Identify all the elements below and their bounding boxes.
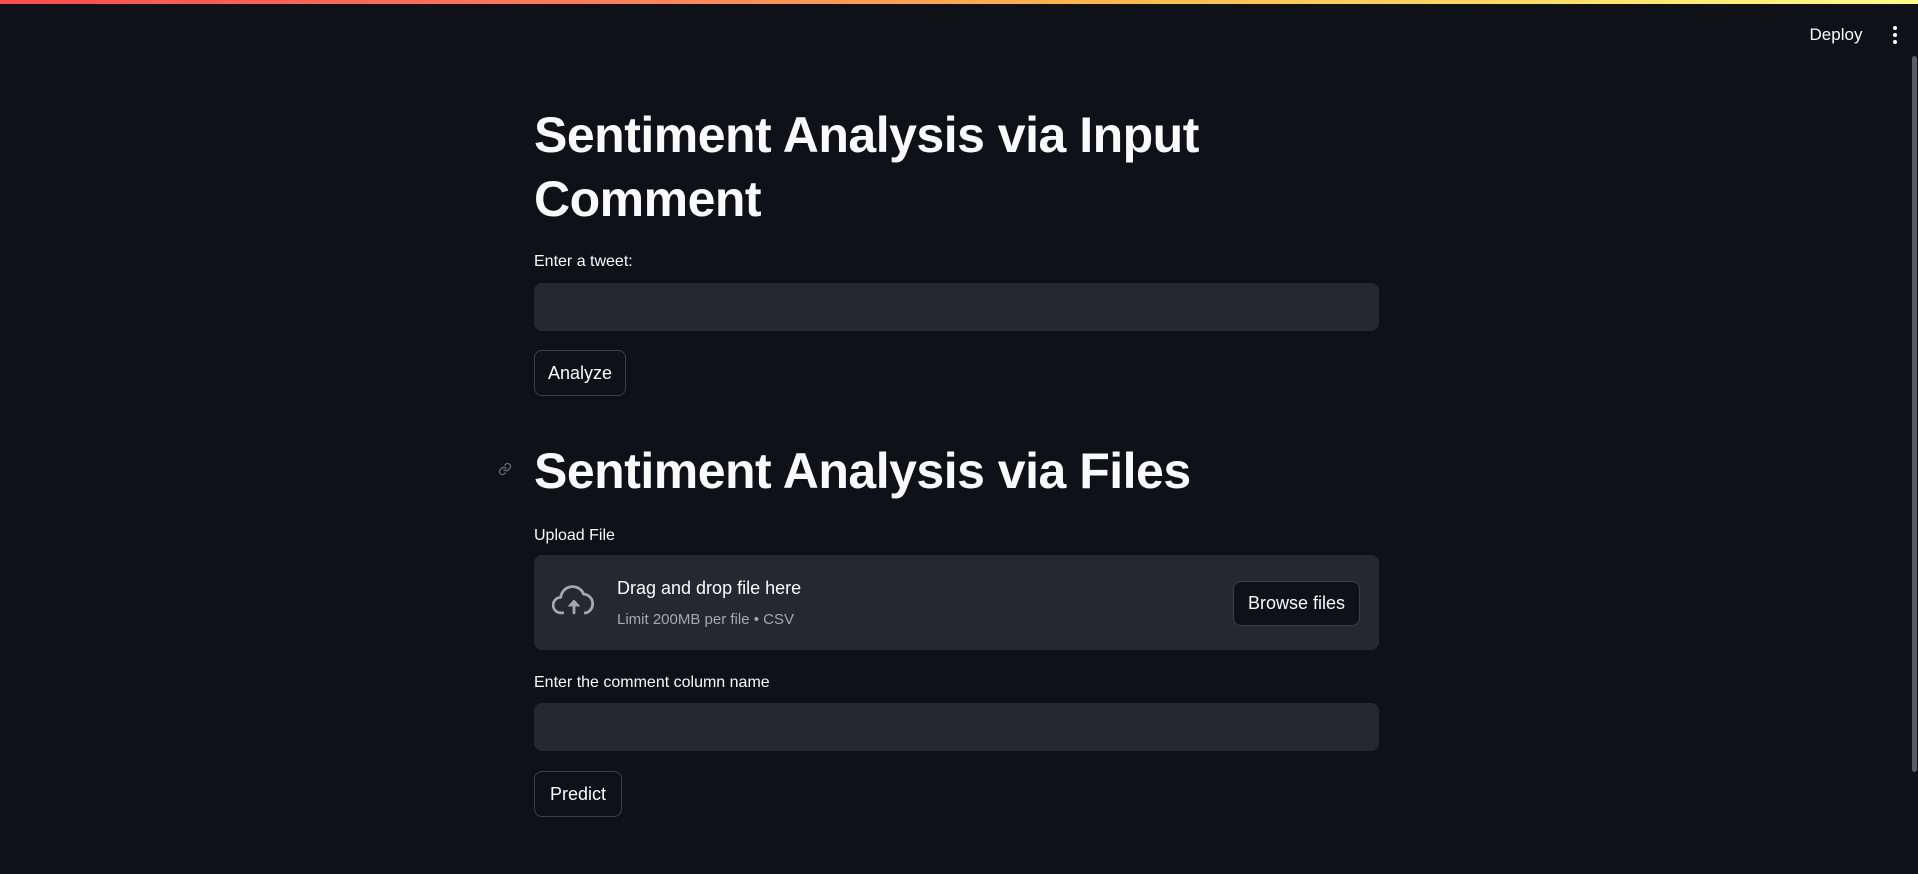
comment-column-input[interactable]: [534, 703, 1379, 751]
comment-column-label: Enter the comment column name: [534, 674, 770, 691]
vertical-ellipsis-icon[interactable]: [1884, 18, 1906, 52]
file-dropzone[interactable]: Drag and drop file here Limit 200MB per …: [534, 555, 1379, 650]
browse-files-button[interactable]: Browse files: [1233, 581, 1360, 626]
dropzone-subtitle: Limit 200MB per file • CSV: [617, 611, 794, 628]
page-title-files: Sentiment Analysis via Files: [534, 443, 1191, 499]
dropzone-title: Drag and drop file here: [617, 578, 802, 598]
link-icon[interactable]: [498, 462, 512, 476]
page-title-input-comment: Sentiment Analysis via Input Comment: [534, 107, 1199, 227]
app-header: Deploy: [0, 4, 1918, 60]
tweet-input[interactable]: [534, 283, 1379, 331]
scrollbar[interactable]: [1912, 56, 1917, 772]
tweet-input-label: Enter a tweet:: [534, 253, 633, 270]
analyze-button[interactable]: Analyze: [534, 350, 626, 396]
predict-button[interactable]: Predict: [534, 771, 622, 817]
deploy-button[interactable]: Deploy: [1798, 18, 1874, 52]
upload-file-label: Upload File: [534, 527, 615, 544]
cloud-upload-icon: [552, 585, 595, 615]
